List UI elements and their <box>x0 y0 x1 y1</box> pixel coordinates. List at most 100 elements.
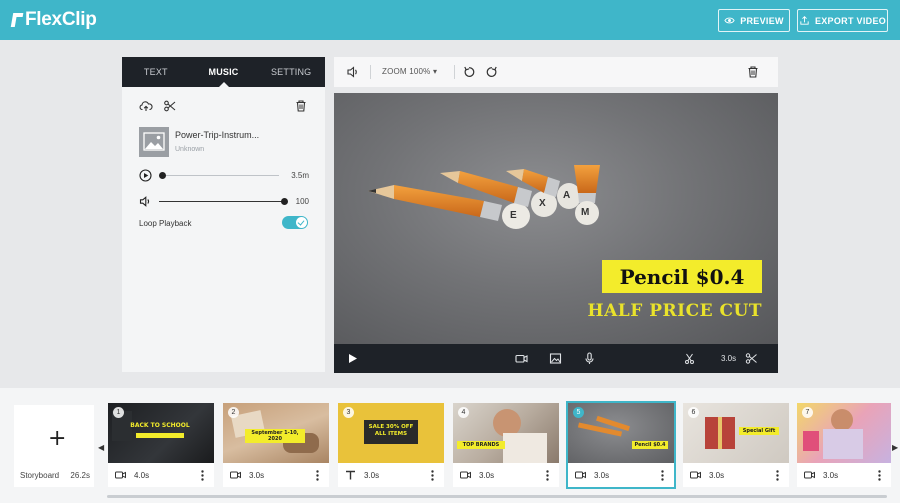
subline-text[interactable]: HALF PRICE CUT <box>570 301 762 321</box>
clip-duration: 3.0s <box>479 471 495 480</box>
scissors-icon[interactable] <box>163 99 177 113</box>
music-panel: TEXT MUSIC SETTING Power-Trip-Instrum...… <box>122 57 325 372</box>
track-artist: Unknown <box>175 146 205 153</box>
trash-icon[interactable] <box>294 99 308 113</box>
timeline-clip[interactable]: SALE 30% OFF ALL ITEMS 3 3.0s <box>338 403 444 487</box>
export-video-button[interactable]: EXPORT VIDEO <box>797 9 888 32</box>
timeline-clip[interactable]: September 1-10, 2020 2 3.0s <box>223 403 329 487</box>
clip-thumbnail: September 1-10, 2020 2 <box>223 403 329 463</box>
pencil-letter-x: X <box>539 198 546 209</box>
clip-title: BACK TO SCHOOL <box>130 422 190 429</box>
playback-duration: 3.5m <box>291 171 309 180</box>
preview-button[interactable]: PREVIEW <box>718 9 790 32</box>
timeline-clip[interactable]: Special Gift 6 3.0s <box>683 403 789 487</box>
scroll-left-icon[interactable]: ◀ <box>98 443 104 452</box>
redo-icon[interactable] <box>485 65 499 79</box>
flexclip-logo-icon <box>10 11 23 29</box>
clip-thumbnail: Special Gift 6 <box>683 403 789 463</box>
upload-cloud-icon[interactable] <box>139 99 153 113</box>
add-scene-button[interactable]: + Storyboard 26.2s <box>14 405 94 487</box>
undo-icon[interactable] <box>462 65 476 79</box>
pencil-letter-e: E <box>510 210 517 221</box>
tab-setting[interactable]: SETTING <box>257 57 325 87</box>
clip-title: Pencil $0.4 <box>632 441 668 449</box>
image-icon[interactable] <box>549 352 562 365</box>
clip-title: SALE 30% OFF ALL ITEMS <box>364 420 418 444</box>
tab-text[interactable]: TEXT <box>122 57 190 87</box>
more-options-icon[interactable] <box>201 470 204 481</box>
export-icon <box>800 16 809 25</box>
play-icon[interactable] <box>346 352 359 365</box>
clip-duration: 3.0s <box>249 471 265 480</box>
trash-icon[interactable] <box>746 65 760 79</box>
more-options-icon[interactable] <box>661 470 664 481</box>
clip-title: Special Gift <box>739 427 779 435</box>
plus-icon: + <box>48 426 67 451</box>
music-track[interactable]: Power-Trip-Instrum... Unknown <box>139 127 309 159</box>
pencil-letter-m: M <box>581 207 590 218</box>
preview-controls: 3.0s <box>334 344 778 373</box>
timeline-clip-active[interactable]: Pencil $0.4 5 3.0s <box>566 401 676 489</box>
clip-duration: 3.0s <box>823 471 839 480</box>
video-camera-icon <box>690 471 701 479</box>
zoom-value: 100% <box>409 67 431 76</box>
clip-number: 5 <box>573 407 584 418</box>
track-thumbnail <box>139 127 169 157</box>
headline-text[interactable]: Pencil $0.4 <box>602 260 762 293</box>
clip-duration: 3.0s <box>364 471 380 480</box>
check-icon <box>296 217 307 228</box>
more-options-icon[interactable] <box>316 470 319 481</box>
zoom-label: ZOOM <box>382 67 407 76</box>
playback-slider[interactable]: 3.5m <box>139 169 309 183</box>
toolbar-divider <box>454 65 455 79</box>
microphone-icon[interactable] <box>583 352 596 365</box>
loop-playback-label: Loop Playback <box>139 219 192 228</box>
more-options-icon[interactable] <box>431 470 434 481</box>
volume-track[interactable] <box>159 201 283 202</box>
timeline-clip[interactable]: BACK TO SCHOOL 1 4.0s <box>108 403 214 487</box>
clip-duration: 3.0s <box>709 471 725 480</box>
more-options-icon[interactable] <box>546 470 549 481</box>
panel-tabs: TEXT MUSIC SETTING <box>122 57 325 87</box>
playback-handle[interactable] <box>159 172 166 179</box>
export-label: EXPORT VIDEO <box>814 15 887 26</box>
scroll-right-icon[interactable]: ▶ <box>892 443 898 452</box>
video-camera-icon <box>115 471 126 479</box>
loop-playback-toggle[interactable] <box>282 216 308 229</box>
preview-canvas[interactable]: E X A M Pencil $0.4 HALF PRICE CUT <box>334 93 778 344</box>
timeline-clip[interactable]: 7 3.0s <box>797 403 891 487</box>
volume-icon[interactable] <box>139 195 152 208</box>
clip-thumbnail: BACK TO SCHOOL 1 <box>108 403 214 463</box>
clip-title: September 1-10, 2020 <box>245 429 305 443</box>
video-camera-icon <box>460 471 471 479</box>
clip-thumbnail: 7 <box>797 403 891 463</box>
scissors-icon[interactable] <box>745 352 758 365</box>
timeline-clip[interactable]: TOP BRANDS 4 3.0s <box>453 403 559 487</box>
music-toolbar <box>139 99 308 115</box>
zoom-control[interactable]: ZOOM 100% ▾ <box>382 67 437 76</box>
play-circle-icon[interactable] <box>139 169 152 182</box>
video-camera-icon[interactable] <box>515 352 528 365</box>
preview-toolbar: ZOOM 100% ▾ <box>334 57 778 87</box>
volume-handle[interactable] <box>281 198 288 205</box>
preview-label: PREVIEW <box>740 15 784 26</box>
storyboard-label: Storyboard <box>20 471 60 480</box>
split-scissors-icon[interactable] <box>683 352 696 365</box>
volume-icon[interactable] <box>346 65 360 79</box>
volume-slider[interactable]: 100 <box>139 195 309 209</box>
clip-duration[interactable]: 3.0s <box>721 354 736 363</box>
clip-thumbnail: Pencil $0.4 5 <box>568 403 674 463</box>
pencil-letter-a: A <box>563 190 571 201</box>
clip-number: 7 <box>802 407 813 418</box>
tab-music[interactable]: MUSIC <box>190 57 258 87</box>
clip-title: TOP BRANDS <box>457 441 505 449</box>
image-placeholder-icon <box>143 132 165 151</box>
clip-thumbnail: SALE 30% OFF ALL ITEMS 3 <box>338 403 444 463</box>
flexclip-logo[interactable]: FlexClip <box>10 9 97 31</box>
more-options-icon[interactable] <box>878 470 881 481</box>
timeline-scrollbar[interactable] <box>107 495 887 498</box>
more-options-icon[interactable] <box>776 470 779 481</box>
video-camera-icon <box>575 471 586 479</box>
video-camera-icon <box>804 471 815 479</box>
playback-track[interactable] <box>159 175 279 176</box>
